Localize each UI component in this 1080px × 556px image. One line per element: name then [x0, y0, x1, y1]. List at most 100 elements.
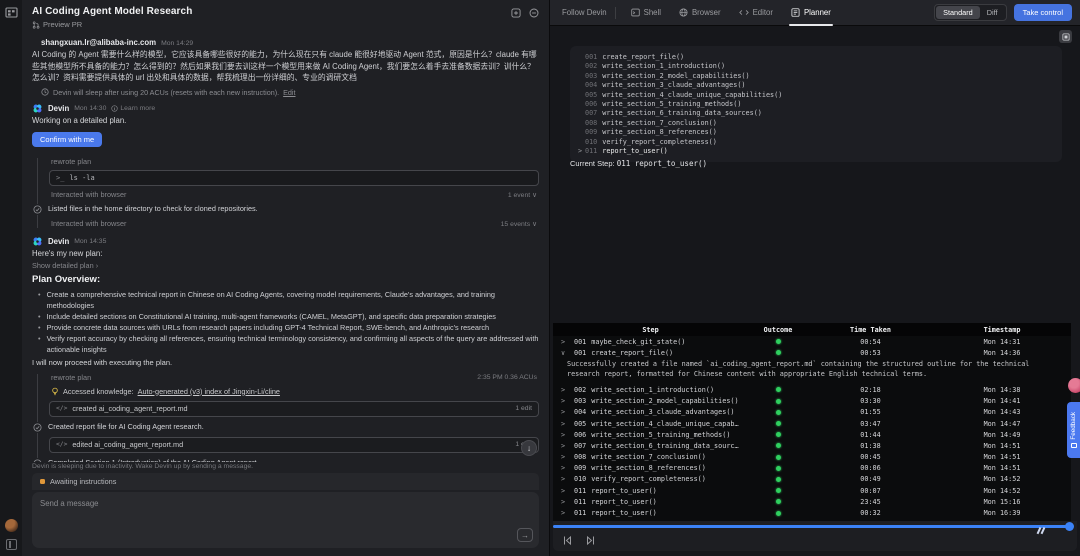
chat-widget-badge[interactable]: [1068, 378, 1080, 393]
check-icon: [32, 203, 43, 215]
plan-code-line: 006 write_section_5_training_methods(): [585, 100, 742, 109]
action-meta: 2:35 PM 0.36 ACUs: [477, 374, 537, 381]
skip-forward-button[interactable]: [585, 533, 596, 546]
tab-editor[interactable]: Editor: [730, 0, 782, 26]
current-step: Current Step: 011 report_to_user(): [570, 159, 707, 168]
awaiting-status-dot: [40, 479, 45, 484]
panel-layout-icon[interactable]: [1059, 30, 1072, 43]
scroll-to-bottom-button[interactable]: ↓: [521, 440, 537, 456]
step-row[interactable]: >003 write_section_2_model_capabilities()…: [553, 396, 1071, 407]
step-row[interactable]: >011 report_to_user() 23:45 Mon 15:16: [553, 496, 1071, 507]
devin-status-text: Working on a detailed plan.: [32, 115, 127, 125]
globe-icon: [679, 8, 688, 17]
new-session-icon[interactable]: [511, 8, 521, 18]
row-chevron-icon[interactable]: >: [561, 498, 569, 506]
timeline-track[interactable]: [553, 525, 1069, 528]
browser-interaction-row[interactable]: Interacted with browser 1 event ∨: [49, 188, 539, 202]
workspace-panel: Follow Devin Shell Browser Editor Planne…: [550, 0, 1080, 556]
row-chevron-icon[interactable]: >: [561, 509, 569, 517]
browser-interaction-row[interactable]: Interacted with browser 15 events ∨: [49, 217, 539, 231]
knowledge-link[interactable]: Auto-generated (v3) index of Jingxin-Li/…: [138, 387, 280, 396]
tab-planner[interactable]: Planner: [782, 0, 840, 26]
step-row[interactable]: >010 verify_report_completeness() 00:49 Mon…: [553, 474, 1071, 485]
take-control-button[interactable]: Take control: [1013, 4, 1072, 21]
learn-more-link[interactable]: Learn more: [111, 105, 155, 112]
tab-shell[interactable]: Shell: [622, 0, 670, 26]
view-diff-option[interactable]: Diff: [980, 6, 1005, 19]
step-row[interactable]: >007 write_section_6_training_data_sourc……: [553, 440, 1071, 451]
step-row[interactable]: >001 maybe_check_git_state() 00:54 Mon 14:3…: [553, 336, 1071, 347]
plan-code-line: 002 write_section_1_introduction(): [585, 62, 726, 71]
view-standard-option[interactable]: Standard: [936, 6, 980, 19]
outcome-success-dot: [775, 350, 781, 356]
row-chevron-icon[interactable]: >: [561, 431, 569, 439]
info-icon: [111, 104, 119, 112]
rewrote-plan-row[interactable]: rewrote plan: [49, 155, 539, 169]
tab-browser[interactable]: Browser: [670, 0, 730, 26]
row-chevron-icon[interactable]: >: [561, 408, 569, 416]
row-chevron-icon[interactable]: >: [561, 420, 569, 428]
follow-devin-button[interactable]: Follow Devin: [558, 8, 615, 17]
step-row[interactable]: ∨ 001 create_report_file() 00:53 Mon 14:36: [553, 347, 1071, 358]
terminal-command-box[interactable]: >_ ls -la: [49, 169, 539, 186]
row-chevron-icon[interactable]: >: [561, 464, 569, 472]
step-row[interactable]: >011 report_to_user() 00:07 Mon 14:52: [553, 485, 1071, 496]
outcome-success-dot: [775, 499, 781, 505]
sidebar-toggle-icon[interactable]: [5, 539, 17, 550]
acu-sleep-notice: Devin will sleep after using 20 ACUs (re…: [32, 88, 539, 97]
snooze-icon[interactable]: [529, 8, 539, 18]
row-chevron-icon[interactable]: >: [561, 386, 569, 394]
completed-step: Created report file for AI Coding Agent …: [32, 420, 539, 435]
row-chevron-icon[interactable]: >: [561, 475, 569, 483]
timeline-handle[interactable]: [1065, 521, 1074, 531]
feedback-tab[interactable]: Feedback: [1067, 402, 1080, 458]
preview-pr-button[interactable]: Preview PR: [32, 20, 192, 29]
message-composer[interactable]: Send a message →: [32, 492, 539, 548]
step-row[interactable]: >002 write_section_1_introduction() 02:18 M…: [553, 384, 1071, 395]
step-row[interactable]: >008 write_section_7_conclusion() 00:45 Mon…: [553, 452, 1071, 463]
devin-name: Devin: [48, 236, 70, 246]
plan-code-line: 004 write_section_3_claude_advantages(): [585, 81, 746, 90]
completed-step: Listed files in the home directory to ch…: [32, 202, 539, 217]
edit-acu-link[interactable]: Edit: [283, 88, 295, 97]
step-row[interactable]: >005 write_section_4_claude_unique_capab……: [553, 418, 1071, 429]
outcome-success-dot: [775, 432, 781, 438]
step-row[interactable]: >011 report_to_user() 00:32 Mon 16:39: [553, 507, 1071, 518]
outcome-success-dot: [775, 465, 781, 471]
user-timestamp: Mon 14:29: [161, 40, 194, 47]
current-step-value: 011 report_to_user(): [616, 159, 708, 168]
skip-back-button[interactable]: [562, 533, 573, 546]
user-avatar[interactable]: [4, 519, 18, 532]
chat-bottom: Devin is sleeping due to inactivity. Wak…: [22, 462, 549, 556]
row-chevron-icon[interactable]: >: [561, 442, 569, 450]
row-chevron-icon[interactable]: >: [561, 397, 569, 405]
completed-step: Completed Section 1 (Introduction) of th…: [32, 456, 539, 462]
shell-icon: [630, 8, 640, 17]
outcome-success-dot: [775, 476, 781, 482]
session-title: AI Coding Agent Model Research: [32, 6, 193, 17]
row-chevron-icon[interactable]: >: [561, 487, 569, 495]
outcome-success-dot: [775, 443, 781, 449]
chat-panel: AI Coding Agent Model Research Preview P…: [22, 0, 550, 556]
knowledge-label: Accessed knowledge:: [63, 386, 134, 396]
plan-bullet: • Provide concrete data sources with URLs…: [38, 322, 490, 332]
confirm-with-me-button[interactable]: Confirm with me: [32, 131, 103, 147]
file-edit-box[interactable]: </>edited ai_coding_agent_report.md1 edi…: [49, 436, 539, 453]
org-logo-icon[interactable]: [4, 6, 18, 19]
row-chevron-icon[interactable]: >: [561, 453, 569, 461]
rewrote-plan-row[interactable]: rewrote plan 2:35 PM 0.36 ACUs: [49, 371, 539, 385]
step-row[interactable]: >009 write_section_8_references() 00:06 Mon…: [553, 463, 1071, 474]
plan-code-line: 005 write_section_4_claude_unique_capabil…: [585, 90, 783, 99]
row-chevron-icon[interactable]: >: [561, 338, 569, 346]
file-edit-box[interactable]: </> created ai_coding_agent_report.md 1 ed…: [49, 400, 539, 417]
send-button[interactable]: →: [517, 528, 533, 542]
user-message-text: AI Coding 的 Agent 需要什么样的模型，它应该具备哪些很好的能力，…: [32, 50, 537, 82]
row-chevron-icon[interactable]: ∨: [561, 349, 569, 357]
plan-bullet: • Include detailed sections on Constituti…: [38, 311, 496, 321]
step-row[interactable]: >006 write_section_5_training_methods() 01…: [553, 429, 1071, 440]
feedback-bubble-icon: [1070, 442, 1077, 448]
accessed-knowledge-row: Accessed knowledge: Auto-generated (v3) …: [49, 385, 539, 399]
outcome-success-dot: [775, 488, 781, 494]
step-row[interactable]: >004 write_section_3_claude_advantages() 0…: [553, 407, 1071, 418]
show-detailed-plan-link[interactable]: Show detailed plan ›: [32, 261, 539, 270]
